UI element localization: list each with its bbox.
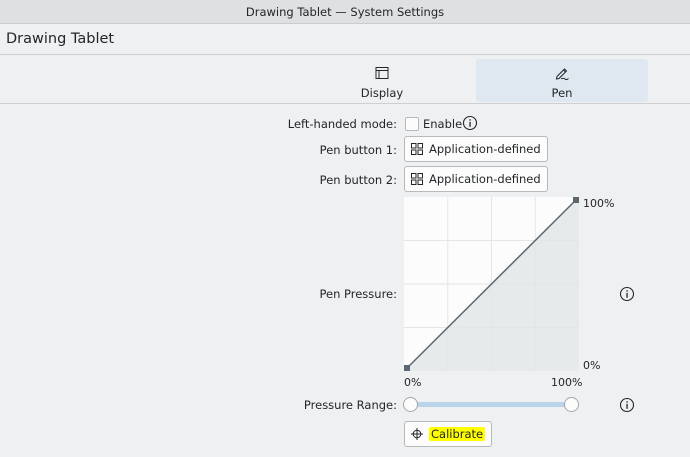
page-header: Drawing Tablet: [0, 24, 690, 55]
pen-button-2-value: Application-defined: [429, 172, 541, 186]
grid-icon: [411, 143, 423, 155]
info-icon[interactable]: [462, 115, 478, 131]
pressure-curve-graph[interactable]: [403, 196, 580, 372]
calibrate-button[interactable]: Calibrate: [404, 421, 493, 447]
left-handed-enable-label[interactable]: Enable: [423, 117, 462, 131]
pressure-range-max-handle[interactable]: [563, 397, 579, 412]
window-title: Drawing Tablet — System Settings: [245, 4, 445, 19]
y-tick-max: 100%: [583, 197, 615, 210]
info-icon[interactable]: [619, 397, 635, 413]
pressure-range-min-handle[interactable]: [402, 397, 418, 412]
tab-display-label: Display: [360, 86, 404, 100]
y-tick-min: 0%: [583, 359, 601, 372]
display-icon: [375, 67, 389, 79]
window-titlebar: Drawing Tablet — System Settings: [0, 0, 690, 24]
tab-pen-label: Pen: [551, 86, 573, 100]
pressure-curve-svg[interactable]: [403, 196, 580, 372]
crosshair-icon: [411, 428, 423, 440]
left-handed-label: Left-handed mode:: [287, 117, 397, 131]
left-handed-checkbox[interactable]: [405, 117, 419, 131]
page-title: Drawing Tablet: [6, 31, 115, 47]
pen-button-1-button[interactable]: Application-defined: [404, 136, 548, 162]
x-tick-min: 0%: [404, 376, 422, 389]
grid-icon: [411, 173, 423, 185]
pen-button-1-label: Pen button 1:: [319, 143, 397, 157]
calibrate-label: Calibrate: [429, 427, 486, 441]
tab-display[interactable]: Display: [296, 59, 468, 102]
curve-end-point[interactable]: [573, 197, 579, 203]
pen-button-2-button[interactable]: Application-defined: [404, 166, 548, 192]
x-tick-max: 100%: [551, 376, 583, 389]
pen-icon: [555, 68, 569, 81]
pressure-range-track[interactable]: [409, 402, 572, 407]
pen-button-2-label: Pen button 2:: [319, 173, 397, 187]
tab-bar: Display Pen: [0, 56, 690, 104]
pen-pressure-label: Pen Pressure:: [319, 287, 397, 301]
pen-button-1-value: Application-defined: [429, 142, 541, 156]
info-icon[interactable]: [619, 286, 635, 302]
tab-pen[interactable]: Pen: [476, 59, 648, 102]
pressure-range-label: Pressure Range:: [303, 398, 397, 412]
curve-start-point[interactable]: [404, 365, 410, 371]
